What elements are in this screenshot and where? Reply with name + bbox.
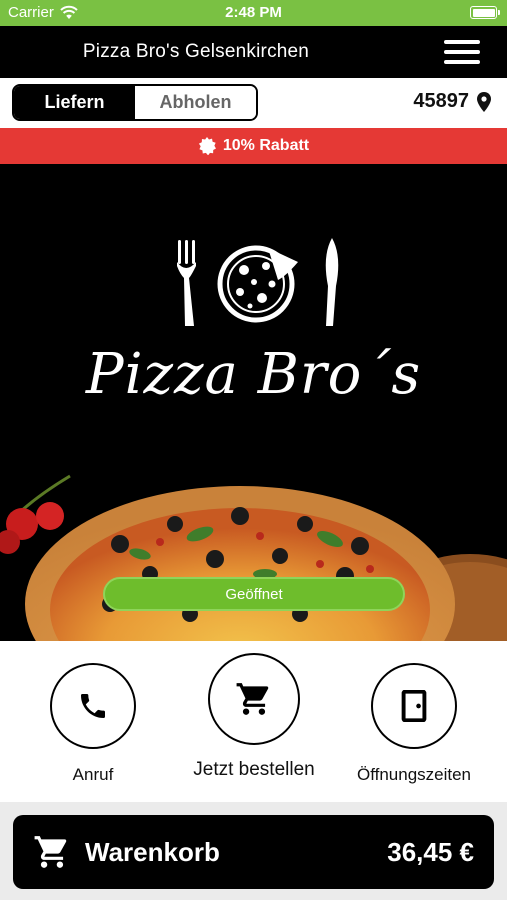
order-mode-row: Liefern Abholen 45897 bbox=[0, 78, 507, 128]
status-bar: Carrier 2:48 PM bbox=[0, 0, 507, 26]
discount-badge-icon bbox=[198, 137, 216, 155]
call-circle bbox=[50, 663, 136, 749]
opening-hours-circle bbox=[371, 663, 457, 749]
opening-hours-button[interactable]: Öffnungszeiten bbox=[334, 663, 494, 785]
clock: 2:48 PM bbox=[225, 4, 282, 21]
phone-icon bbox=[81, 694, 105, 718]
zip-selector[interactable]: 45897 bbox=[413, 90, 491, 113]
cart-bar: Warenkorb 36,45 € bbox=[0, 802, 507, 900]
door-icon bbox=[401, 690, 427, 722]
order-now-circle bbox=[208, 653, 300, 745]
hamburger-menu-icon[interactable] bbox=[444, 40, 480, 64]
shopping-cart-icon bbox=[34, 836, 67, 868]
cart-total: 36,45 € bbox=[387, 837, 474, 867]
order-now-button[interactable]: Jetzt bestellen bbox=[174, 653, 334, 781]
pizza-photo bbox=[0, 474, 507, 641]
cart-label: Warenkorb bbox=[85, 837, 220, 867]
app-header: Pizza Bro's Gelsenkirchen bbox=[0, 26, 507, 78]
cart-button[interactable]: Warenkorb 36,45 € bbox=[13, 815, 494, 889]
battery-icon bbox=[470, 6, 500, 19]
opening-hours-label: Öffnungszeiten bbox=[356, 765, 472, 784]
shopping-cart-icon bbox=[236, 683, 269, 715]
zip-code: 45897 bbox=[413, 90, 469, 112]
quick-actions: Anruf Jetzt bestellen Öffnungszeiten bbox=[0, 641, 507, 802]
order-now-label: Jetzt bestellen bbox=[193, 759, 315, 780]
restaurant-logo-icon bbox=[177, 238, 339, 326]
call-label: Anruf bbox=[72, 765, 114, 784]
hero-banner: Pizza Bro´s Geöffnet bbox=[0, 164, 507, 641]
promo-banner[interactable]: 10% Rabatt bbox=[0, 128, 507, 164]
tab-abholen[interactable]: Abholen bbox=[135, 86, 256, 119]
restaurant-logo-text: Pizza Bro´s bbox=[85, 342, 422, 407]
open-status-button[interactable]: Geöffnet bbox=[103, 577, 405, 611]
page-title: Pizza Bro's Gelsenkirchen bbox=[82, 41, 310, 62]
order-mode-toggle: Liefern Abholen bbox=[12, 84, 258, 121]
map-pin-icon bbox=[477, 91, 491, 112]
tab-liefern[interactable]: Liefern bbox=[14, 86, 135, 119]
call-button[interactable]: Anruf bbox=[13, 663, 173, 785]
promo-text: 10% Rabatt bbox=[222, 137, 310, 154]
